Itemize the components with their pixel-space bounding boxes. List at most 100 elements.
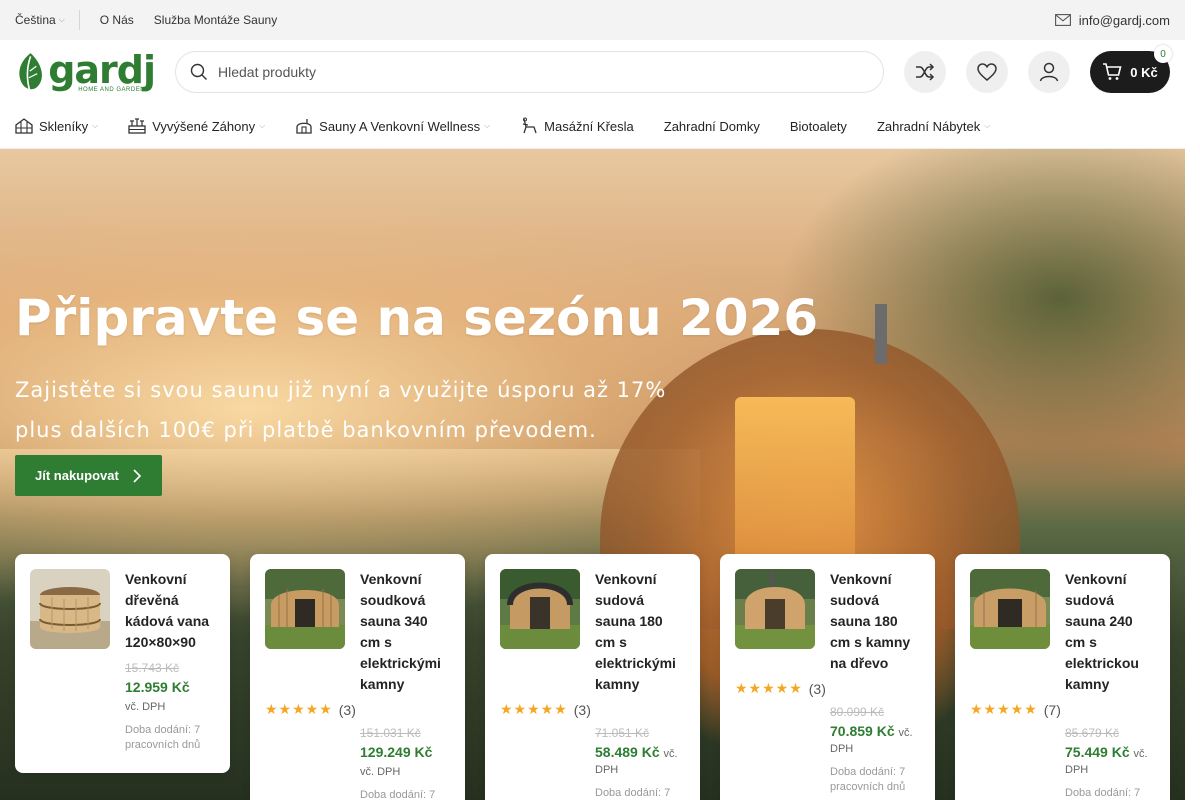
logo-tagline: HOME AND GARDEN [78,87,146,93]
search-bar[interactable] [175,51,884,93]
search-input[interactable] [218,64,883,80]
language-label: Čeština [15,13,56,27]
product-vat: vč. DPH [360,766,401,778]
logo-wordmark: gardj [48,48,156,92]
product-old-price: 151.031 Kč [360,726,421,740]
product-title[interactable]: Venkovní sudová sauna 180 cm s kamny na … [830,569,920,674]
wishlist-button[interactable] [966,51,1008,93]
product-card[interactable]: Venkovní sudová sauna 180 cm s kamny na … [720,554,935,800]
shop-now-button[interactable]: Jít nakupovat [15,455,162,496]
cart-count-badge: 0 [1154,45,1172,63]
search-icon [190,63,207,80]
product-old-price: 80.099 Kč [830,705,885,719]
product-title[interactable]: Venkovní sudová sauna 240 cm s elektrick… [1065,569,1155,695]
product-thumbnail[interactable] [30,569,110,649]
product-title[interactable]: Venkovní soudková sauna 340 cm s elektri… [360,569,450,695]
star-rating-icon: ★★★★★ [500,701,568,717]
nav-item-saunas[interactable]: Sauny A Venkovní Wellness ⌵ [295,118,490,134]
nav-label: Zahradní Nábytek [876,118,981,134]
nav-item-massage-chairs[interactable]: Masážní Křesla [520,117,634,135]
product-rating: ★★★★★ (7) [955,701,1155,718]
nav-label: Vyvýšené Záhony [152,118,256,134]
hero-banner: Připravte se na sezónu 2026 Zajistěte si… [0,149,1185,800]
product-price-value: 70.859 Kč [830,723,895,739]
product-thumbnail[interactable] [735,569,815,649]
review-count[interactable]: (3) [574,702,591,718]
hero-image-sauna-door [735,397,855,577]
product-rating: ★★★★★ (3) [485,701,685,718]
product-price-value: 75.449 Kč [1065,744,1130,760]
product-thumbnail[interactable] [500,569,580,649]
hero-subtitle-line2: plus dalších 100€ při platbě bankovním p… [15,418,597,442]
chevron-down-icon: ⌵ [259,121,266,130]
main-nav: Skleníky ⌵ Vyvýšené Záhony ⌵ Sauny A Ven… [0,104,1185,149]
email-link[interactable]: info@gardj.com [1054,12,1170,28]
nav-item-greenhouses[interactable]: Skleníky ⌵ [15,118,98,134]
product-price: 129.249 Kč [360,744,433,760]
shuffle-icon [916,63,935,81]
product-old-price: 71.051 Kč [595,726,650,740]
product-card[interactable]: Venkovní sudová sauna 240 cm s elektrick… [955,554,1170,800]
review-count[interactable]: (7) [1044,702,1061,718]
product-card[interactable]: Venkovní sudová sauna 180 cm s elektrick… [485,554,700,800]
review-count[interactable]: (3) [809,681,826,697]
nav-item-raised-beds[interactable]: Vyvýšené Záhony ⌵ [128,118,265,134]
chevron-down-icon: ⌵ [484,121,491,130]
hero-image-chimney [875,304,887,364]
hero-title: Připravte se na sezónu 2026 [15,289,819,347]
review-count[interactable]: (3) [339,702,356,718]
product-card[interactable]: Venkovní soudková sauna 340 cm s elektri… [250,554,465,800]
raised-bed-icon [128,118,146,134]
product-title[interactable]: Venkovní sudová sauna 180 cm s elektrick… [595,569,685,695]
star-rating-icon: ★★★★★ [265,701,333,717]
product-delivery: Doba dodání: 7 pracovních dnů [1065,787,1141,799]
account-button[interactable] [1028,51,1070,93]
product-delivery: Doba dodání: 7 pracovních dnů [830,766,906,793]
product-card[interactable]: Venkovní dřevěná kádová vana 120×80×90 1… [15,554,230,773]
product-delivery: Doba dodání: 7 pracovních dnů [360,789,436,800]
product-old-price: 15.743 Kč [125,661,180,675]
nav-item-garden-houses[interactable]: Zahradní Domky [664,119,760,134]
product-rating: ★★★★★ (3) [250,701,450,718]
email-address: info@gardj.com [1078,12,1170,28]
product-price: 12.959 Kč [125,679,190,695]
star-rating-icon: ★★★★★ [735,680,803,696]
leaf-logo-icon [19,53,42,92]
chevron-down-icon: ⌵ [92,121,99,130]
product-title[interactable]: Venkovní dřevěná kádová vana 120×80×90 [125,569,215,653]
header: gardj HOME AND GARDEN 0 Kč 0 [0,40,1185,104]
user-icon [1039,62,1059,82]
shop-now-label: Jít nakupovat [35,468,119,483]
cart-total: 0 Kč [1130,64,1158,80]
link-sauna-assembly[interactable]: Služba Montáže Sauny [154,13,277,27]
product-thumbnail[interactable] [265,569,345,649]
nav-item-garden-furniture[interactable]: Zahradní Nábytek ⌵ [877,119,990,134]
nav-label: Masážní Křesla [544,118,634,134]
product-thumbnail[interactable] [970,569,1050,649]
cart-button[interactable]: 0 Kč 0 [1090,45,1172,93]
envelope-icon [1054,14,1071,26]
massage-chair-icon [523,117,537,134]
hero-subtitle: Zajistěte si svou saunu již nyní a využi… [15,370,715,450]
cart-icon [1103,63,1122,80]
product-rating: ★★★★★ (3) [720,680,920,697]
product-price: 70.859 Kč vč. DPH [830,723,920,755]
link-about[interactable]: O Nás [100,13,134,27]
sauna-icon [296,119,312,134]
compare-button[interactable] [904,51,946,93]
product-price: 58.489 Kč vč. DPH [595,744,685,776]
hero-subtitle-line1: Zajistěte si svou saunu již nyní a využi… [15,378,667,402]
nav-label: Biotoalety [789,118,847,134]
logo[interactable]: gardj HOME AND GARDEN [15,46,156,98]
nav-label: Zahradní Domky [663,118,760,134]
product-delivery: Doba dodání: 7 pracovních dnů [125,724,201,751]
product-old-price: 85.679 Kč [1065,726,1120,740]
top-bar: Čeština ⌵ O Nás Služba Montáže Sauny inf… [0,0,1185,40]
language-selector[interactable]: Čeština ⌵ [15,13,65,27]
nav-item-biotoilets[interactable]: Biotoalety [790,119,847,134]
star-rating-icon: ★★★★★ [970,701,1038,717]
heart-icon [977,63,997,81]
product-vat: vč. DPH [125,701,166,713]
nav-label: Skleníky [39,118,89,134]
divider [78,10,80,30]
